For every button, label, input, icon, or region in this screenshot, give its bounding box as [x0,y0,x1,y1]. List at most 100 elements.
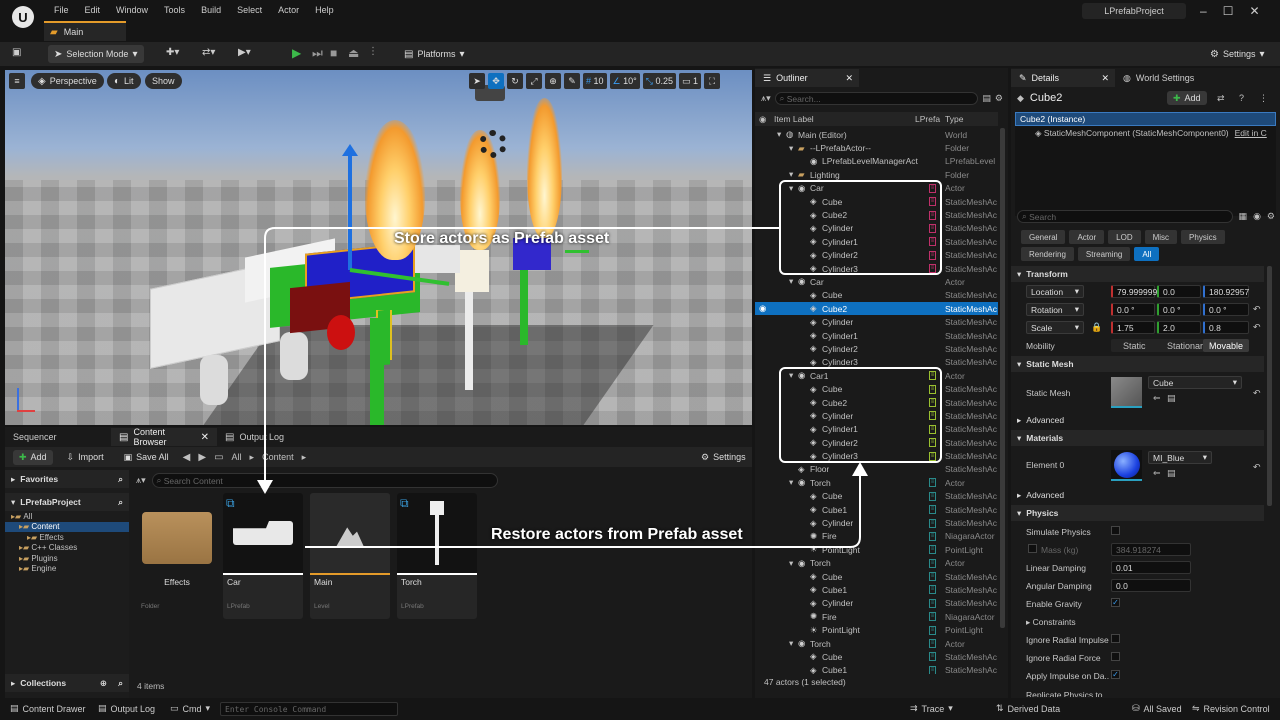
help-icon[interactable]: ? [1239,93,1244,103]
details-scrollbar[interactable] [1267,266,1272,506]
rotation-z-field[interactable]: 0.0 ° [1203,303,1249,316]
details-search-input[interactable]: ⌕ Search [1017,210,1233,223]
filter-rendering[interactable]: Rendering [1021,247,1074,261]
filter-streaming[interactable]: Streaming [1077,247,1131,261]
component-label: StaticMeshComponent (StaticMeshComponent… [1043,128,1229,138]
add-component-label: Add [1184,93,1201,103]
transform-header[interactable]: ▾ Transform [1011,266,1264,282]
details-tabs: ✎ Details ✕ ◍ World Settings [1011,69,1202,87]
material-sphere [1113,451,1140,478]
chevron-down-icon: ▾ [1017,358,1022,369]
details-header: ◆ Cube2 ✚ Add ⇄ ? ⋮ [1017,91,1275,105]
close-icon[interactable]: ✕ [1101,73,1109,84]
physics-header[interactable]: ▾ Physics [1011,505,1264,521]
reset-icon[interactable]: ↶ [1253,304,1261,315]
mobility-movable[interactable]: Movable [1203,339,1249,352]
trace-button[interactable]: ⇉ Trace ▾ [910,703,953,714]
status-bar: ▤ Content Drawer ▤ Output Log ▭ Cmd ▾ Enter … [0,698,1280,720]
material-dropdown[interactable]: MI_Blue ▾ [1148,451,1212,464]
use-selected-icon[interactable]: ⇐ [1153,393,1161,404]
save-icon: ⛁ [1132,703,1140,713]
eye-icon[interactable]: ◉ [1253,211,1261,222]
mass-override-checkbox[interactable] [1028,544,1037,553]
more-icon[interactable]: ⋮ [1259,93,1268,104]
materials-header[interactable]: ▾ Materials [1011,430,1264,446]
simulate-physics-checkbox[interactable] [1111,526,1120,535]
filter-physics[interactable]: Physics [1181,230,1225,244]
reset-icon[interactable]: ↶ [1253,322,1261,333]
derived-data-button[interactable]: ⇅ Derived Data [996,703,1060,714]
gear-icon[interactable]: ⚙ [1267,211,1275,222]
console-input[interactable]: Enter Console Command [220,702,398,716]
filter-lod[interactable]: LOD [1108,230,1141,244]
blueprint-icon[interactable]: ⇄ [1217,93,1225,104]
use-selected-icon[interactable]: ⇐ [1153,468,1161,479]
browse-icon[interactable]: ▤ [1167,393,1176,404]
filter-actor[interactable]: Actor [1069,230,1105,244]
add-component-button[interactable]: ✚ Add [1167,91,1207,105]
component-instance[interactable]: Cube2 (Instance) [1015,112,1276,126]
output-log-button[interactable]: ▤ Output Log [98,703,155,714]
search-icon: ⌕ [1022,211,1030,221]
material-value: MI_Blue [1153,452,1185,463]
cube-thumbnail[interactable] [1111,377,1142,408]
apply-impulse-label: Apply Impulse on Da.. [1026,671,1110,681]
scale-y-field[interactable]: 2.0 [1157,321,1201,334]
all-saved-button[interactable]: ⛁ All Saved [1132,703,1182,714]
location-y-field[interactable]: 0.0 [1157,285,1201,298]
tab-details[interactable]: ✎ Details ✕ [1011,69,1115,87]
content-drawer-label: Content Drawer [22,703,86,714]
chevron-right-icon: ▸ [1017,414,1022,425]
component-static-mesh[interactable]: ◈ StaticMeshComponent (StaticMeshCompone… [1015,126,1276,140]
ignore-radial-force-label: Ignore Radial Force [1026,653,1101,663]
ignore-radial-force-checkbox[interactable] [1111,652,1120,661]
linear-damping-field[interactable]: 0.01 [1111,561,1191,574]
rotation-x-field[interactable]: 0.0 ° [1111,303,1155,316]
scale-x-field[interactable]: 1.75 [1111,321,1155,334]
tab-world-settings[interactable]: ◍ World Settings [1115,69,1202,87]
constraints-toggle[interactable]: ▸ Constraints [1026,617,1076,628]
revision-control-button[interactable]: ⇋ Revision Control [1192,703,1270,714]
filter-general[interactable]: General [1021,230,1066,244]
scale-label: Scale [1031,322,1053,333]
reset-icon[interactable]: ↶ [1253,388,1261,399]
rotation-dropdown[interactable]: Rotation ▾ [1026,303,1084,316]
lock-icon[interactable]: 🔒 [1091,322,1102,333]
material-thumbnail[interactable] [1111,450,1142,481]
filter-all[interactable]: All [1134,247,1160,261]
rotation-y-field[interactable]: 0.0 ° [1157,303,1201,316]
apply-impulse-checkbox[interactable]: ✓ [1111,670,1120,679]
browse-icon[interactable]: ▤ [1167,468,1176,479]
object-name[interactable]: Cube2 [1030,92,1062,104]
edit-in-link[interactable]: Edit in C [1235,128,1267,138]
rotation-label: Rotation [1031,304,1063,315]
mobility-stationary[interactable]: Stationary [1167,341,1208,351]
advanced-toggle[interactable]: ▸ Advanced [1011,487,1264,503]
content-drawer-button[interactable]: ▤ Content Drawer [10,703,86,714]
angular-damping-field[interactable]: 0.0 [1111,579,1191,592]
mobility-static[interactable]: Static [1123,341,1146,351]
static-mesh-label: Static Mesh [1026,388,1071,398]
location-x-field[interactable]: 79.999999 [1111,285,1157,298]
grid-icon[interactable]: ▦ [1239,211,1248,222]
chevron-down-icon: ▾ [1017,507,1022,518]
static-mesh-header-label: Static Mesh [1026,359,1074,369]
static-mesh-header[interactable]: ▾ Static Mesh [1011,356,1264,372]
chevron-down-icon: ▾ [1074,286,1079,296]
details-tab-label: Details [1031,73,1060,83]
ignore-radial-impulse-checkbox[interactable] [1111,634,1120,643]
enable-gravity-label: Enable Gravity [1026,599,1082,609]
drawer-icon: ▤ [10,703,19,713]
advanced-toggle[interactable]: ▸ Advanced [1011,412,1264,428]
cmd-dropdown[interactable]: ▭ Cmd ▾ [170,703,210,714]
scale-dropdown[interactable]: Scale ▾ [1026,321,1084,334]
location-z-field[interactable]: 180.92957 [1203,285,1249,298]
enable-gravity-checkbox[interactable]: ✓ [1111,598,1120,607]
scale-z-field[interactable]: 0.8 [1203,321,1249,334]
all-saved-label: All Saved [1143,703,1182,714]
filter-misc[interactable]: Misc [1144,230,1178,244]
location-dropdown[interactable]: Location ▾ [1026,285,1084,298]
reset-icon[interactable]: ↶ [1253,462,1261,473]
mass-field[interactable]: 384.918274 [1111,543,1191,556]
static-mesh-dropdown[interactable]: Cube ▾ [1148,376,1242,389]
